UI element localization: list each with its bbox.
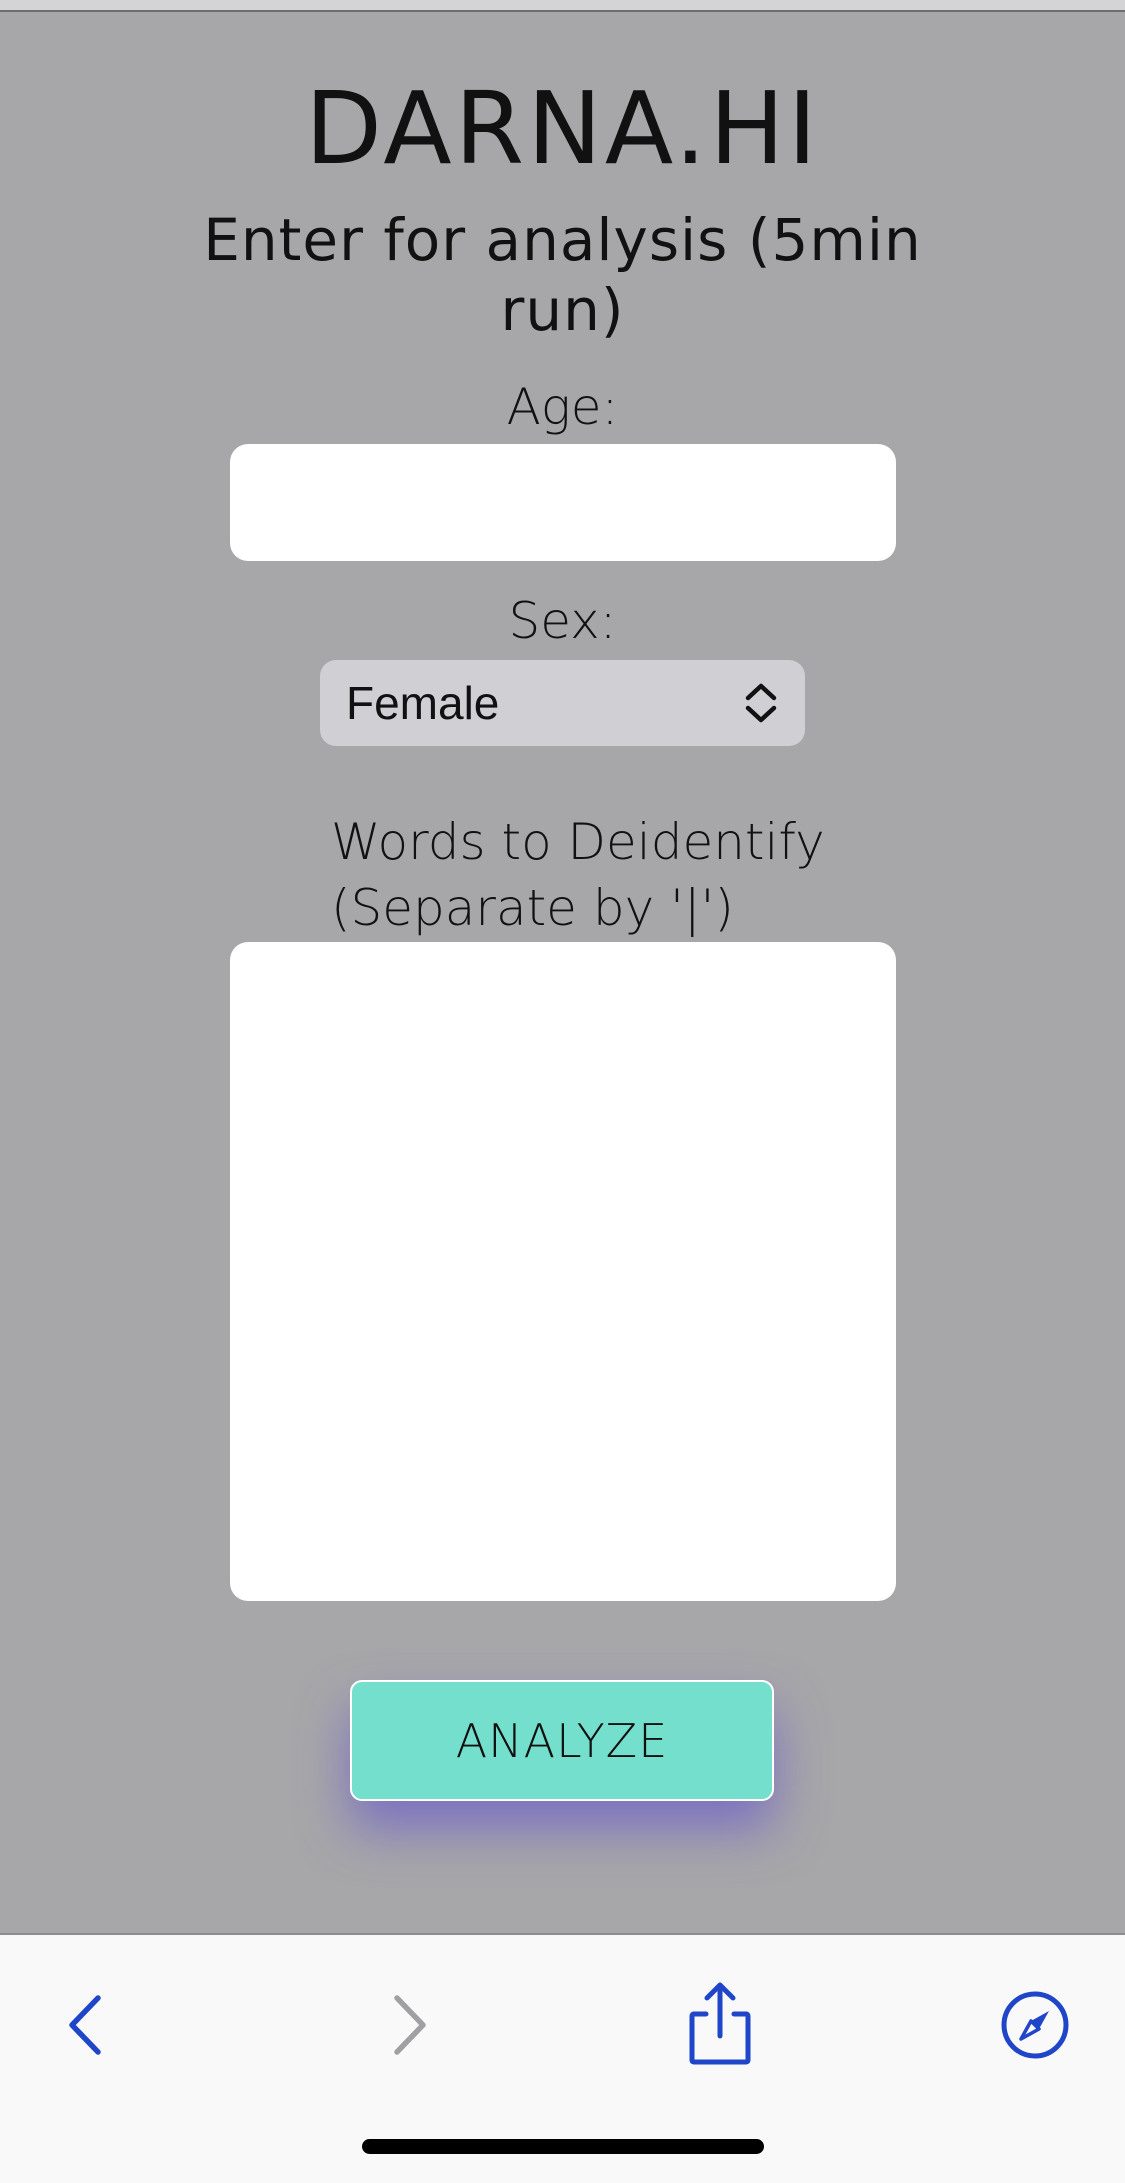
share-icon [689, 1982, 751, 2065]
analyze-button[interactable]: ANALYZE [350, 1680, 774, 1801]
web-page: DARNA.HI Enter for analysis (5min run) A… [0, 12, 1125, 1933]
app-title: DARNA.HI [304, 70, 821, 187]
back-button[interactable] [47, 1985, 127, 2065]
words-label: Words to Deidentify (Separate by '|') [331, 809, 891, 941]
words-textarea[interactable] [230, 942, 896, 1601]
status-bar-edge [0, 0, 1125, 12]
safari-compass-icon [1001, 1991, 1069, 2059]
browser-toolbar [0, 1933, 1125, 2183]
sex-label: Sex: [508, 592, 617, 650]
words-label-line2: (Separate by '|') [331, 879, 734, 937]
forward-button[interactable] [368, 1985, 448, 2065]
share-button[interactable] [680, 1982, 760, 2065]
up-down-chevron-icon [745, 683, 777, 723]
sex-select[interactable]: Female [320, 660, 805, 746]
age-input[interactable] [230, 444, 896, 561]
page-subtitle: Enter for analysis (5min run) [203, 206, 922, 344]
home-indicator [362, 2139, 764, 2154]
back-chevron-icon [69, 1995, 101, 2055]
forward-chevron-icon [394, 1995, 426, 2055]
age-label: Age: [506, 378, 619, 436]
safari-button[interactable] [995, 1985, 1075, 2065]
words-label-line1: Words to Deidentify [331, 813, 825, 871]
sex-select-value: Female [346, 677, 500, 729]
